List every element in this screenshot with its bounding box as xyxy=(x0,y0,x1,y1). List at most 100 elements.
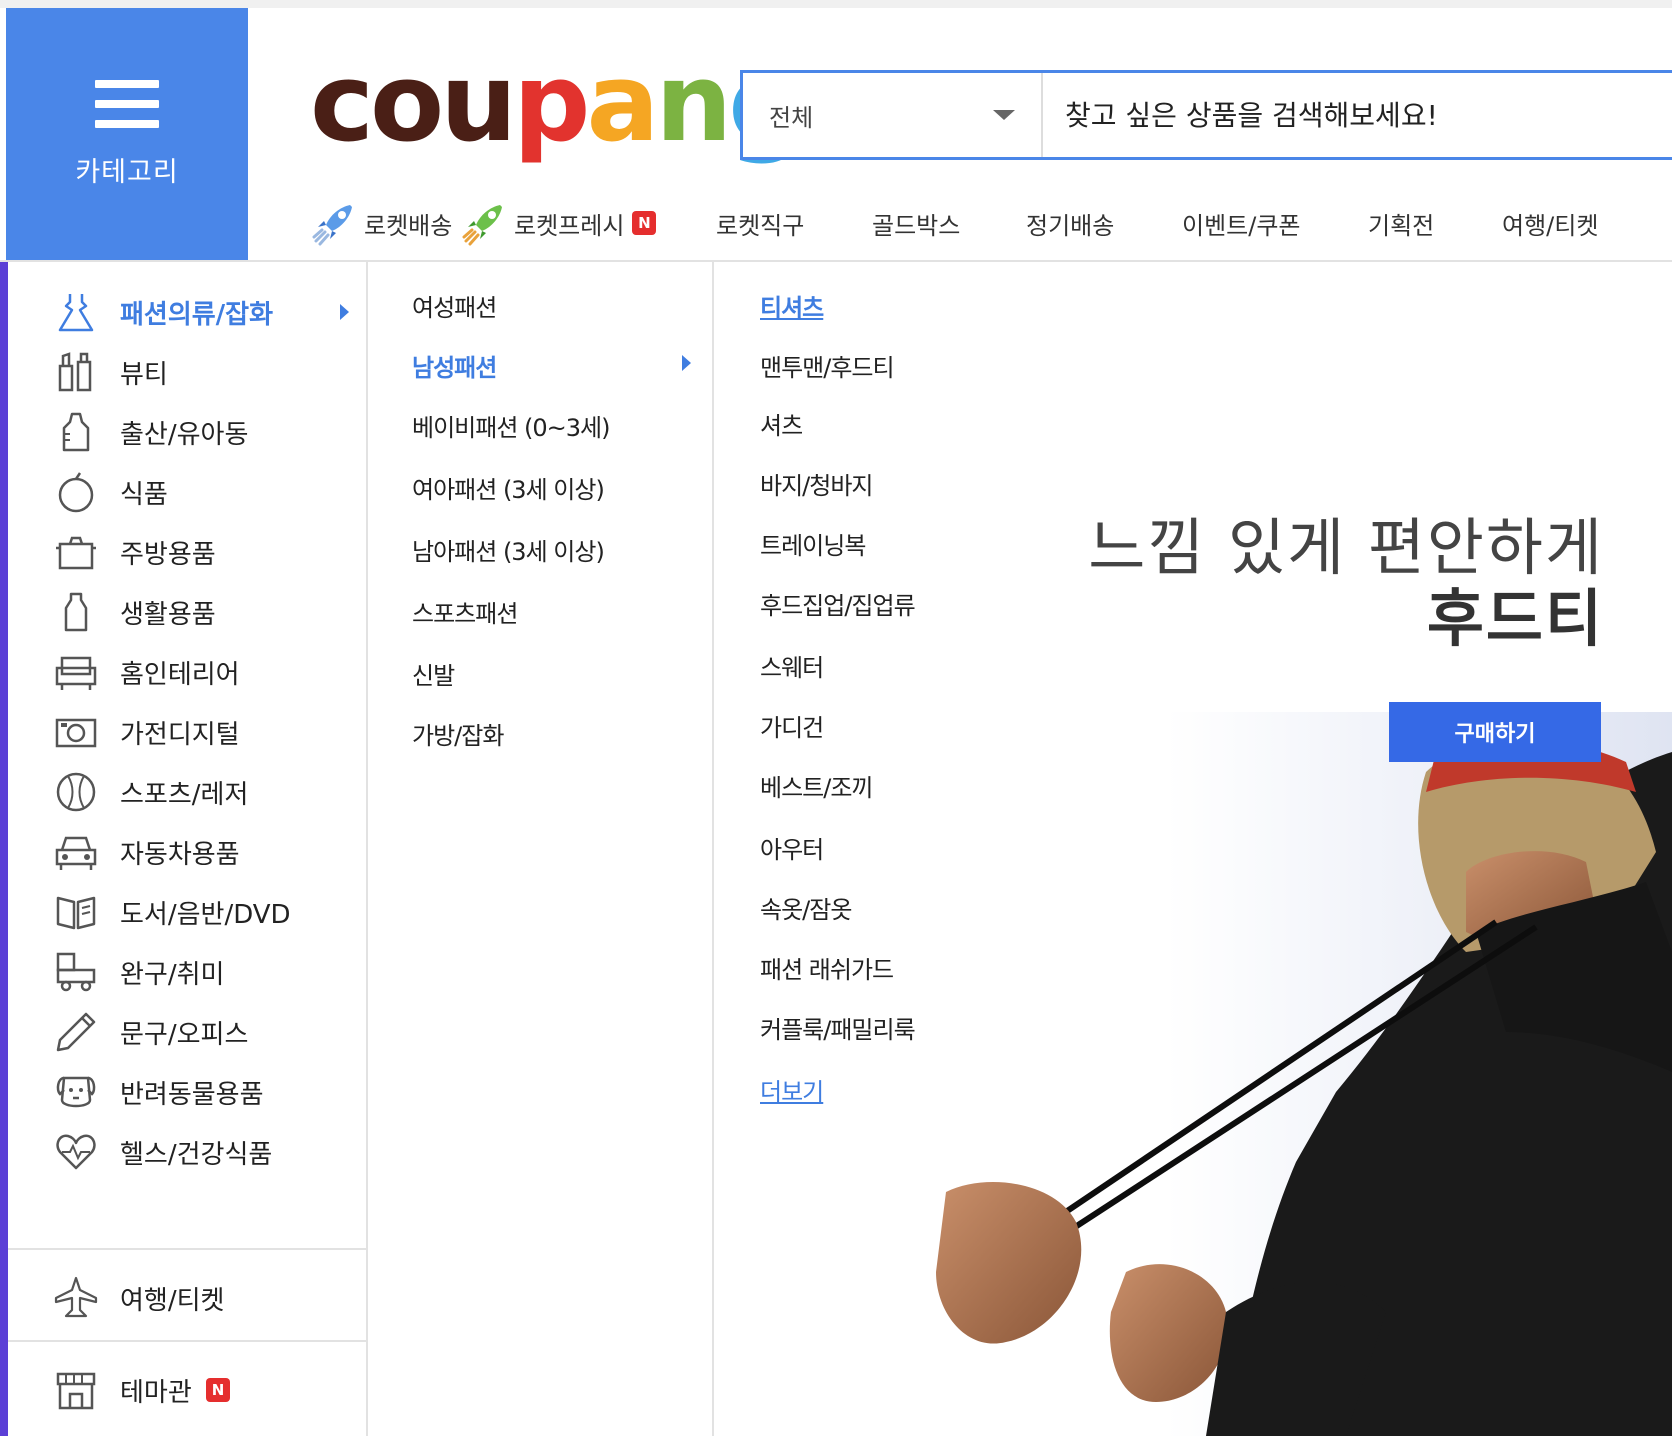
nav-rocket-direct[interactable]: 로켓직구 xyxy=(716,198,804,248)
category-label: 문구/오피스 xyxy=(120,1019,249,1050)
sub-subcategory-item[interactable]: 가디건 xyxy=(760,708,824,743)
category-divider xyxy=(8,1340,368,1342)
banner-headline: 느낌 있게 편안하게 후드티 xyxy=(1088,512,1604,655)
search-scope-value: 전체 xyxy=(769,103,814,132)
hamburger-icon xyxy=(95,79,159,128)
sub-subcategory-panel: 티셔츠 맨투맨/후드티 셔츠 바지/청바지 트레이닝복 후드집업/집업류 스웨터… xyxy=(716,262,1672,1436)
sub-subcategory-item[interactable]: 아우터 xyxy=(760,830,824,865)
new-badge: N xyxy=(206,1378,230,1402)
category-label: 패션의류/잡화 xyxy=(120,299,274,330)
category-label: 여행/티켓 xyxy=(120,1285,225,1316)
category-label: 식품 xyxy=(120,479,168,510)
category-label: 가전디지털 xyxy=(120,719,240,750)
baby-bottle-icon xyxy=(54,410,98,454)
sub-subcategory-item[interactable]: 스웨터 xyxy=(760,648,824,683)
buy-button[interactable]: 구매하기 xyxy=(1389,702,1601,762)
search-bar: 전체 xyxy=(740,70,1672,160)
category-menu-button[interactable]: 카테고리 xyxy=(6,8,248,260)
category-item-kitchen[interactable]: 주방용품 xyxy=(8,522,368,582)
dress-icon xyxy=(54,290,98,334)
category-item-sports[interactable]: 스포츠/레저 xyxy=(8,762,368,822)
camera-icon xyxy=(54,710,98,754)
category-label: 도서/음반/DVD xyxy=(120,899,291,930)
nav-exhibitions[interactable]: 기획전 xyxy=(1368,198,1434,248)
category-item-food[interactable]: 식품 xyxy=(8,462,368,522)
subcategory-item[interactable]: 베이비패션 (0~3세) xyxy=(412,408,610,443)
sub-subcategory-item[interactable]: 셔츠 xyxy=(760,406,803,441)
logo-letter: n xyxy=(655,41,732,166)
category-item-baby[interactable]: 출산/유아동 xyxy=(8,402,368,462)
nav-label: 이벤트/쿠폰 xyxy=(1182,211,1301,240)
category-label: 뷰티 xyxy=(120,359,168,390)
sub-subcategory-item[interactable]: 트레이닝복 xyxy=(760,526,866,561)
subcategory-item[interactable]: 여성패션 xyxy=(412,288,497,323)
category-label: 홈인테리어 xyxy=(120,659,240,690)
subcategory-item[interactable]: 가방/잡화 xyxy=(412,716,504,751)
subcategory-list: 여성패션 남성패션 베이비패션 (0~3세) 여아패션 (3세 이상) 남아패션… xyxy=(370,262,714,1436)
category-item-fashion[interactable]: 패션의류/잡화 xyxy=(8,282,368,342)
nav-rocket-delivery[interactable]: 로켓배송 xyxy=(310,198,452,248)
search-input[interactable] xyxy=(1043,73,1672,157)
category-label: 헬스/건강식품 xyxy=(120,1139,273,1170)
bottle-icon xyxy=(54,590,98,634)
subcategory-item-mens-fashion[interactable]: 남성패션 xyxy=(412,348,497,383)
nav-travel-tickets[interactable]: 여행/티켓 xyxy=(1502,198,1598,248)
subcategory-item[interactable]: 남아패션 (3세 이상) xyxy=(412,532,605,567)
category-label: 출산/유아동 xyxy=(120,419,249,450)
category-item-theme[interactable]: 테마관 N xyxy=(8,1360,368,1420)
subcategory-item[interactable]: 스포츠패션 xyxy=(412,594,518,629)
pencil-icon xyxy=(54,1010,98,1054)
logo-letter: u xyxy=(440,41,517,166)
left-accent-bar xyxy=(0,262,8,1436)
more-link[interactable]: 더보기 xyxy=(760,1072,824,1107)
banner-line-1: 느낌 있게 편안하게 xyxy=(1088,511,1604,584)
coupang-logo[interactable]: coupang xyxy=(310,41,806,166)
ball-icon xyxy=(54,770,98,814)
nav-label: 로켓직구 xyxy=(716,211,805,240)
category-item-electronics[interactable]: 가전디지털 xyxy=(8,702,368,762)
sub-subcategory-item[interactable]: 바지/청바지 xyxy=(760,466,873,501)
category-item-interior[interactable]: 홈인테리어 xyxy=(8,642,368,702)
logo-letter: o xyxy=(370,41,444,166)
category-item-travel[interactable]: 여행/티켓 xyxy=(8,1268,368,1328)
book-icon xyxy=(54,890,98,934)
pot-icon xyxy=(54,530,98,574)
chevron-down-icon xyxy=(993,110,1015,120)
toy-icon xyxy=(54,950,98,994)
nav-label: 로켓프레시 xyxy=(514,211,625,240)
category-label: 스포츠/레저 xyxy=(120,779,249,810)
category-item-pets[interactable]: 반려동물용품 xyxy=(8,1062,368,1122)
sub-subcategory-item[interactable]: 베스트/조끼 xyxy=(760,768,873,803)
nav-label: 로켓배송 xyxy=(364,211,453,240)
banner-line-2: 후드티 xyxy=(1426,582,1604,656)
subcategory-item[interactable]: 여아패션 (3세 이상) xyxy=(412,470,605,505)
category-item-toys[interactable]: 완구/취미 xyxy=(8,942,368,1002)
apple-icon xyxy=(54,470,98,514)
subcategory-item[interactable]: 신발 xyxy=(412,656,455,691)
sub-subcategory-item[interactable]: 속옷/잠옷 xyxy=(760,890,852,925)
category-label: 완구/취미 xyxy=(120,959,225,990)
category-button-label: 카테고리 xyxy=(75,156,179,188)
category-item-beauty[interactable]: 뷰티 xyxy=(8,342,368,402)
logo-letter: a xyxy=(586,41,659,166)
category-item-books[interactable]: 도서/음반/DVD xyxy=(8,882,368,942)
banner-hoodie-photo xyxy=(936,712,1672,1436)
logo-letter: p xyxy=(513,41,590,166)
category-item-health[interactable]: 헬스/건강식품 xyxy=(8,1122,368,1182)
category-item-car[interactable]: 자동차용품 xyxy=(8,822,368,882)
search-scope-select[interactable]: 전체 xyxy=(743,73,1043,157)
category-item-stationery[interactable]: 문구/오피스 xyxy=(8,1002,368,1062)
sub-subcategory-item[interactable]: 패션 래쉬가드 xyxy=(760,950,894,985)
sub-subcategory-item[interactable]: 맨투맨/후드티 xyxy=(760,348,895,383)
nav-events-coupons[interactable]: 이벤트/쿠폰 xyxy=(1182,198,1301,248)
dog-icon xyxy=(54,1070,98,1114)
heart-icon xyxy=(54,1130,98,1174)
sub-subcategory-item-tshirts[interactable]: 티셔츠 xyxy=(760,288,824,323)
nav-label: 골드박스 xyxy=(872,211,961,240)
nav-subscription[interactable]: 정기배송 xyxy=(1026,198,1114,248)
sub-subcategory-item[interactable]: 커플룩/패밀리룩 xyxy=(760,1010,916,1045)
category-item-living[interactable]: 생활용품 xyxy=(8,582,368,642)
nav-rocket-fresh[interactable]: 로켓프레시 N xyxy=(460,198,657,248)
sub-subcategory-item[interactable]: 후드집업/집업류 xyxy=(760,586,916,621)
nav-goldbox[interactable]: 골드박스 xyxy=(872,198,960,248)
